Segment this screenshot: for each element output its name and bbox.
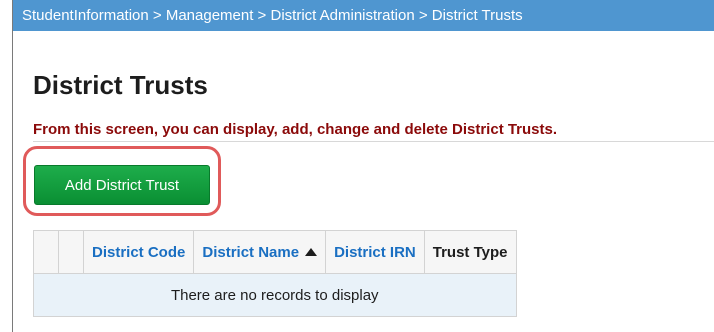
add-district-trust-button[interactable]: Add District Trust: [34, 165, 210, 205]
sort-ascending-icon: [305, 247, 318, 256]
column-label: District Name: [202, 243, 300, 261]
column-label: Trust Type: [432, 243, 508, 261]
table-row: There are no records to display: [33, 273, 517, 317]
breadcrumb[interactable]: StudentInformation > Management > Distri…: [13, 0, 714, 31]
select-all-column[interactable]: [33, 230, 59, 274]
page-title: District Trusts: [33, 70, 208, 100]
column-label: District Code: [92, 243, 186, 261]
page-subtitle: From this screen, you can display, add, …: [33, 121, 558, 138]
action-column: [58, 230, 84, 274]
empty-message: There are no records to display: [33, 273, 517, 317]
app-frame: StudentInformation > Management > Distri…: [12, 0, 714, 332]
column-header-district-name[interactable]: District Name: [193, 230, 327, 274]
column-label: District IRN: [334, 243, 416, 261]
district-trusts-table: District Code District Name District IRN…: [33, 230, 517, 317]
table-header-row: District Code District Name District IRN…: [33, 230, 517, 274]
divider: [33, 141, 714, 142]
column-header-district-irn[interactable]: District IRN: [325, 230, 425, 274]
column-header-trust-type: Trust Type: [423, 230, 517, 274]
column-header-district-code[interactable]: District Code: [82, 230, 195, 274]
